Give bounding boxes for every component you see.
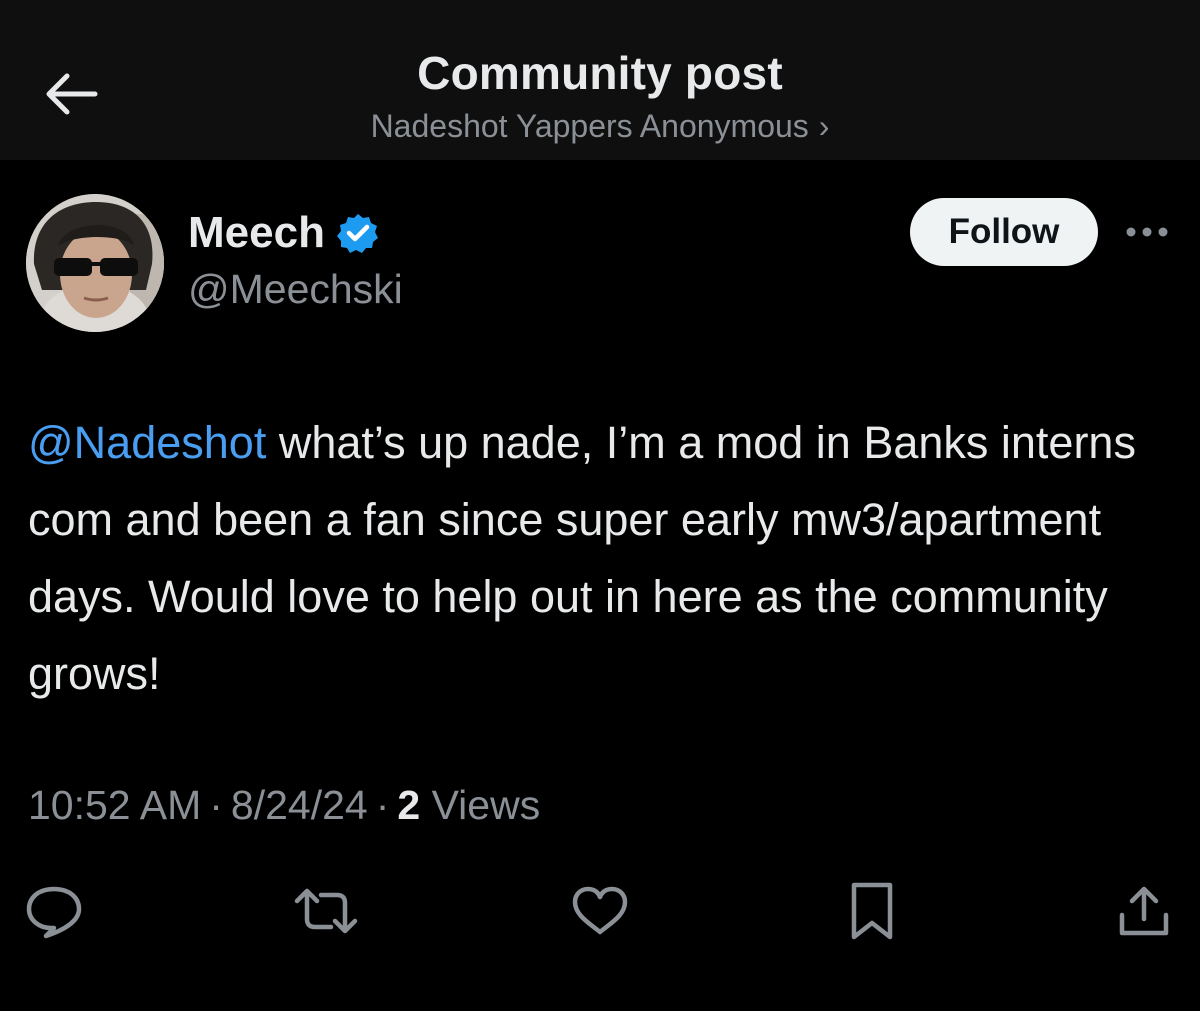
follow-button[interactable]: Follow bbox=[910, 198, 1098, 266]
community-name: Nadeshot Yappers Anonymous bbox=[370, 108, 809, 144]
avatar-image bbox=[26, 194, 164, 332]
top-bar: Community post Nadeshot Yappers Anonymou… bbox=[0, 0, 1200, 160]
more-horizontal-icon bbox=[1126, 227, 1168, 237]
repost-button[interactable] bbox=[290, 876, 362, 946]
post-time: 10:52 AM bbox=[28, 782, 202, 828]
chevron-right-icon: › bbox=[818, 108, 830, 144]
avatar[interactable] bbox=[26, 194, 164, 332]
meta-separator: · bbox=[375, 782, 390, 828]
verified-badge-icon bbox=[336, 214, 378, 253]
post-date: 8/24/24 bbox=[230, 782, 368, 828]
repost-icon bbox=[294, 888, 358, 934]
views-label: Views bbox=[431, 782, 541, 828]
community-link[interactable]: Nadeshot Yappers Anonymous › bbox=[0, 108, 1200, 145]
share-icon bbox=[1119, 886, 1169, 936]
share-button[interactable] bbox=[1108, 876, 1180, 946]
meta-separator: · bbox=[209, 782, 223, 828]
author-handle[interactable]: @Meechski bbox=[188, 266, 403, 313]
post-metadata: 10:52 AM · 8/24/24 · 2 Views bbox=[28, 782, 540, 829]
more-options-button[interactable] bbox=[1122, 214, 1172, 250]
heart-icon bbox=[572, 886, 628, 935]
author-display-name: Meech bbox=[188, 208, 325, 257]
bookmark-icon bbox=[851, 882, 893, 940]
author-name-row[interactable]: Meech bbox=[188, 205, 379, 261]
post-text: @Nadeshot what’s up nade, I’m a mod in B… bbox=[28, 404, 1178, 712]
views-count[interactable]: 2 bbox=[397, 782, 420, 828]
like-button[interactable] bbox=[564, 876, 636, 946]
reply-icon bbox=[26, 886, 82, 939]
reply-button[interactable] bbox=[18, 876, 90, 946]
bookmark-button[interactable] bbox=[836, 876, 908, 946]
page-title: Community post bbox=[417, 47, 783, 99]
action-bar bbox=[0, 876, 1200, 946]
mention-link[interactable]: @Nadeshot bbox=[28, 417, 266, 468]
